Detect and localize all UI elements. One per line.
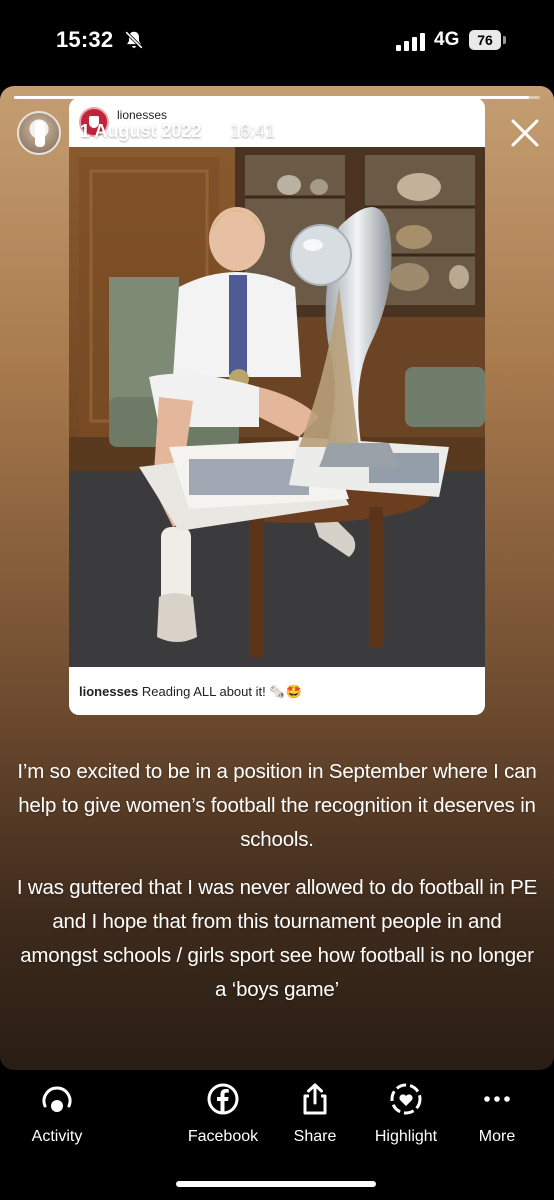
share-icon <box>303 1083 327 1115</box>
more-dots-icon <box>484 1096 510 1102</box>
story-date: 1 August 2022 <box>80 121 202 141</box>
post-photo <box>69 147 485 667</box>
caption-username[interactable]: lionesses <box>79 684 138 699</box>
facebook-label: Facebook <box>187 1128 259 1145</box>
network-type: 4G <box>434 29 460 50</box>
trophy-photo-illustration <box>69 147 485 667</box>
caption-text: Reading ALL about it! 🗞️🤩 <box>141 684 302 699</box>
story-avatar[interactable] <box>17 111 61 155</box>
more-label: More <box>478 1128 516 1145</box>
highlight-label: Highlight <box>374 1128 438 1145</box>
facebook-icon <box>207 1083 239 1115</box>
activity-button[interactable]: Activity <box>7 1076 107 1156</box>
post-username[interactable]: lionesses <box>117 108 167 122</box>
share-label: Share <box>293 1128 337 1145</box>
highlight-button[interactable]: Highlight <box>356 1076 456 1156</box>
story-card[interactable]: lionesses lionesses Reading ALL about it… <box>0 86 554 1070</box>
more-button[interactable]: More <box>447 1076 547 1156</box>
activity-label: Activity <box>31 1128 83 1145</box>
post-caption: lionesses Reading ALL about it! 🗞️🤩 <box>79 684 302 700</box>
battery-level: 76 <box>469 30 501 50</box>
status-bar: 15:32 4G 76 <box>0 0 554 84</box>
highlight-heart-icon <box>390 1083 422 1115</box>
story-paragraph-1: I’m so excited to be in a position in Se… <box>17 760 537 851</box>
story-actions-bar: Activity Facebook Share Highlight More <box>0 1076 554 1166</box>
story-time: 16:41 <box>230 121 276 141</box>
battery-icon: 76 <box>469 30 507 52</box>
shared-post[interactable]: lionesses lionesses Reading ALL about it… <box>69 98 485 715</box>
signal-icon <box>396 33 425 51</box>
status-time: 15:32 <box>56 27 114 52</box>
activity-icon <box>42 1086 72 1112</box>
bell-slash-icon <box>124 30 144 50</box>
home-indicator[interactable] <box>176 1181 376 1187</box>
close-icon[interactable] <box>508 116 542 150</box>
facebook-button[interactable]: Facebook <box>173 1076 273 1156</box>
share-button[interactable]: Share <box>265 1076 365 1156</box>
story-paragraph-2: I was guttered that I was never allowed … <box>16 876 538 1001</box>
